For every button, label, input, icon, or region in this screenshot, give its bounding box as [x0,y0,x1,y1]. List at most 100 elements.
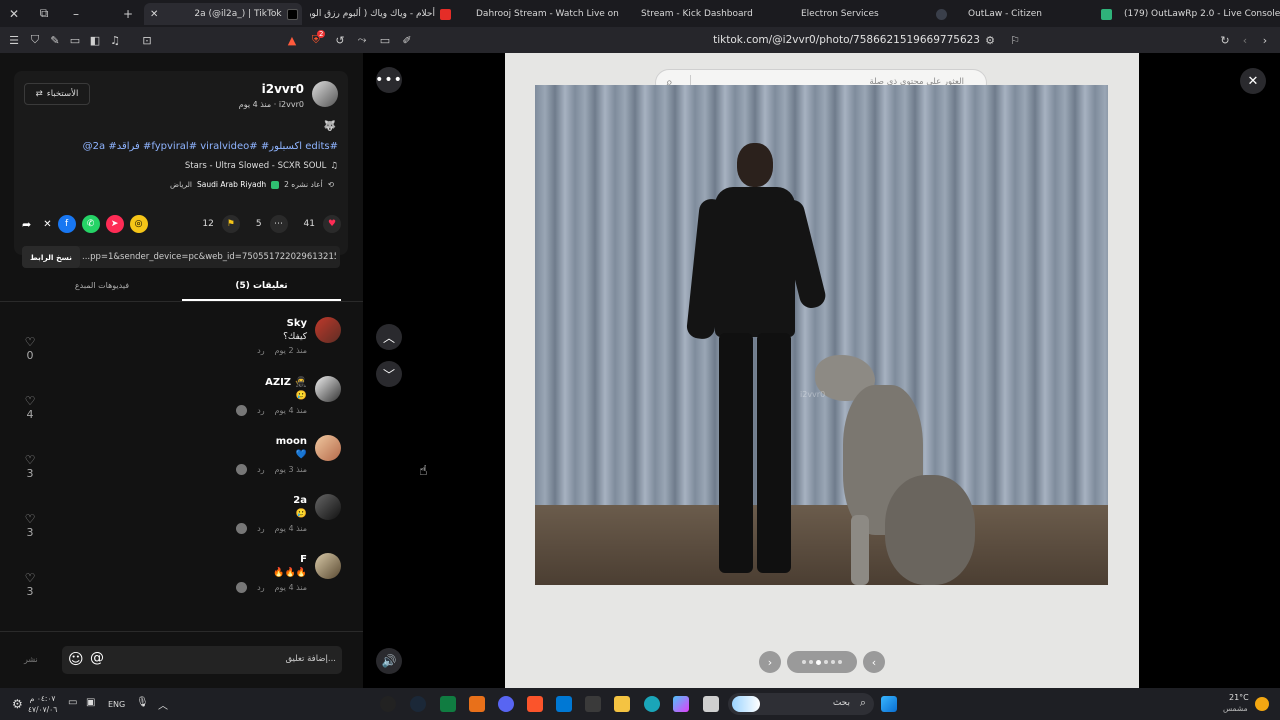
telegram-share-icon[interactable]: ➤ [105,215,124,233]
x-share-icon[interactable]: ✕ [43,219,51,230]
commenter-avatar[interactable] [315,317,341,343]
link-text[interactable]: ...pp=1&sender_device=pc&web_id=75055172… [80,246,336,268]
comment-input[interactable]: ☺ @ إضافة تعليق... [62,646,342,674]
commenter-avatar[interactable] [315,435,341,461]
bookmark-icon[interactable]: ⚐ [1005,27,1025,53]
translate-icon[interactable]: ⤳ [352,27,372,53]
post-comment-button[interactable]: نشر [24,655,38,664]
next-post-icon[interactable]: ﹀ [376,361,402,387]
windows-start-icon[interactable] [881,696,897,712]
music-icon[interactable]: ♫ [105,27,125,53]
reply-button[interactable]: رد [257,465,264,474]
previous-post-icon[interactable]: ︿ [376,324,402,350]
language-indicator[interactable]: ENG [108,700,125,709]
copy-link-button[interactable]: نسخ الرابط [22,246,80,268]
screenshot-icon[interactable]: ⊡ [137,27,157,53]
tab-kick-dashboard[interactable]: Stream - Kick Dashboard [635,3,765,25]
facebook-share-icon[interactable]: f [57,215,76,233]
forward-icon[interactable]: › [1255,27,1275,53]
photo-prev-button[interactable]: › [759,651,781,673]
discord-icon[interactable] [498,696,514,712]
reply-button[interactable]: رد [257,583,264,592]
volume-icon[interactable]: 🔊 [376,648,402,674]
refresh-icon[interactable]: ↻ [1215,27,1235,53]
whatsapp-share-icon[interactable]: ✆ [81,215,100,233]
close-viewer-icon[interactable]: ✕ [1240,68,1266,94]
back-icon[interactable]: ‹ [1235,27,1255,53]
mention-icon[interactable]: @ [90,650,104,666]
app-icon[interactable] [380,696,396,712]
comment-like[interactable]: ♡ 3 [22,453,38,480]
clock[interactable]: ٠٤:٠٧ م ٤٧/٠٧/٠٦ [28,693,57,715]
commenter-avatar[interactable] [315,553,341,579]
reload-icon[interactable]: ↺ [330,27,350,53]
edge-icon[interactable] [644,696,660,712]
file-explorer-icon[interactable] [614,696,630,712]
more-options-icon[interactable]: ••• [375,67,402,93]
comment-icon[interactable]: ⋯ [269,215,288,233]
post-photo[interactable]: i2vvr0 [535,85,1108,585]
photo-pagination-dots[interactable] [787,651,857,673]
post-caption[interactable]: @2a #فراقد #fyp⁩viral# viralvideo# #اكسب… [83,141,338,152]
reply-button[interactable]: رد [257,524,264,533]
tab-actions-icon[interactable]: ⧉ [30,0,58,27]
weather-widget[interactable]: 21°C مشمس [1215,693,1275,715]
commenter-name[interactable]: moon [276,436,307,447]
author-username[interactable]: i2vvr0 [262,82,304,96]
emoji-icon[interactable]: ☺ [68,650,84,668]
store-icon[interactable] [585,696,601,712]
commenter-name[interactable]: F [300,554,307,565]
new-tab-icon[interactable]: + [114,0,142,27]
shield-icon[interactable]: ⛉ [25,27,45,53]
minimize-icon[interactable]: – [62,0,90,27]
like-heart-icon[interactable]: ♥ [323,215,341,233]
commenter-name[interactable]: AZIZ 🥷 [265,377,307,388]
tab-creator-videos[interactable]: فيديوهات المبدع [22,281,182,290]
steam-icon[interactable] [410,696,426,712]
tab-kick-stream[interactable]: Dahrooj Stream - Watch Live on Kick [470,3,620,25]
excel-icon[interactable] [440,696,456,712]
share-forward-icon[interactable]: ➦ [22,218,31,231]
settings-gear-icon[interactable]: ⚙ [12,697,23,711]
notification-icon[interactable]: ▭ [68,697,77,708]
tab-outlaw-console[interactable]: (179) OutLawRp 2.0 - Live Console [1095,3,1280,25]
photo-next-button[interactable]: ‹ [863,651,885,673]
tab-youtube[interactable]: أحلام - وياك وياك ( ألبوم رزق الورد [310,3,462,25]
network-icon[interactable]: ▣ [86,697,95,708]
address-bar[interactable]: tiktok.com/@i2vvr0/photo/758662151966977… [560,27,980,53]
embed-share-icon[interactable]: ◎ [129,215,148,233]
tab-citizen[interactable]: OutLaw - Citizen [930,3,1090,25]
commenter-name[interactable]: 2a [293,495,307,506]
brave-rewards-icon[interactable]: ▲ [282,27,302,53]
brave-browser-icon[interactable] [527,696,543,712]
edit-icon[interactable]: ✐ [397,27,417,53]
commenter-name[interactable]: Sky [287,318,307,329]
author-avatar[interactable] [312,81,338,107]
copilot-icon[interactable] [673,696,689,712]
music-row[interactable]: Stars - Ultra Slowed - SCXR SOUL ♫ [185,161,338,171]
reply-button[interactable]: رد [257,406,264,415]
commenter-avatar[interactable] [315,494,341,520]
menu-icon[interactable]: ☰ [4,27,24,53]
tray-expand-icon[interactable]: ︿ [158,697,168,712]
microphone-icon[interactable]: 🎙 [136,697,149,708]
reply-button[interactable]: رد [257,346,264,355]
app-icon[interactable] [703,696,719,712]
wallet-icon[interactable]: ▭ [65,27,85,53]
cast-icon[interactable]: ▭ [375,27,395,53]
comment-like[interactable]: ♡ 3 [22,512,38,539]
sidebar-icon[interactable]: ◧ [85,27,105,53]
comment-like[interactable]: ♡ 3 [22,571,38,598]
taskbar-search[interactable]: بحث ⌕ [728,693,874,715]
commenter-avatar[interactable] [315,376,341,402]
outlook-icon[interactable] [556,696,572,712]
tab-comments[interactable]: تعليقات (5) [182,281,341,291]
close-window-icon[interactable]: ✕ [0,0,28,27]
tab-tiktok[interactable]: ✕ 2a (@il2a_) | TikTok [144,3,302,25]
comment-like[interactable]: ♡ 4 [22,394,38,421]
comment-like[interactable]: ♡ 0 [22,335,38,362]
tab-electron[interactable]: Electron Services [795,3,920,25]
app-icon[interactable] [469,696,485,712]
location-name[interactable]: Saudi Arab Riyadh [197,180,266,189]
brush-icon[interactable]: ✎ [45,27,65,53]
